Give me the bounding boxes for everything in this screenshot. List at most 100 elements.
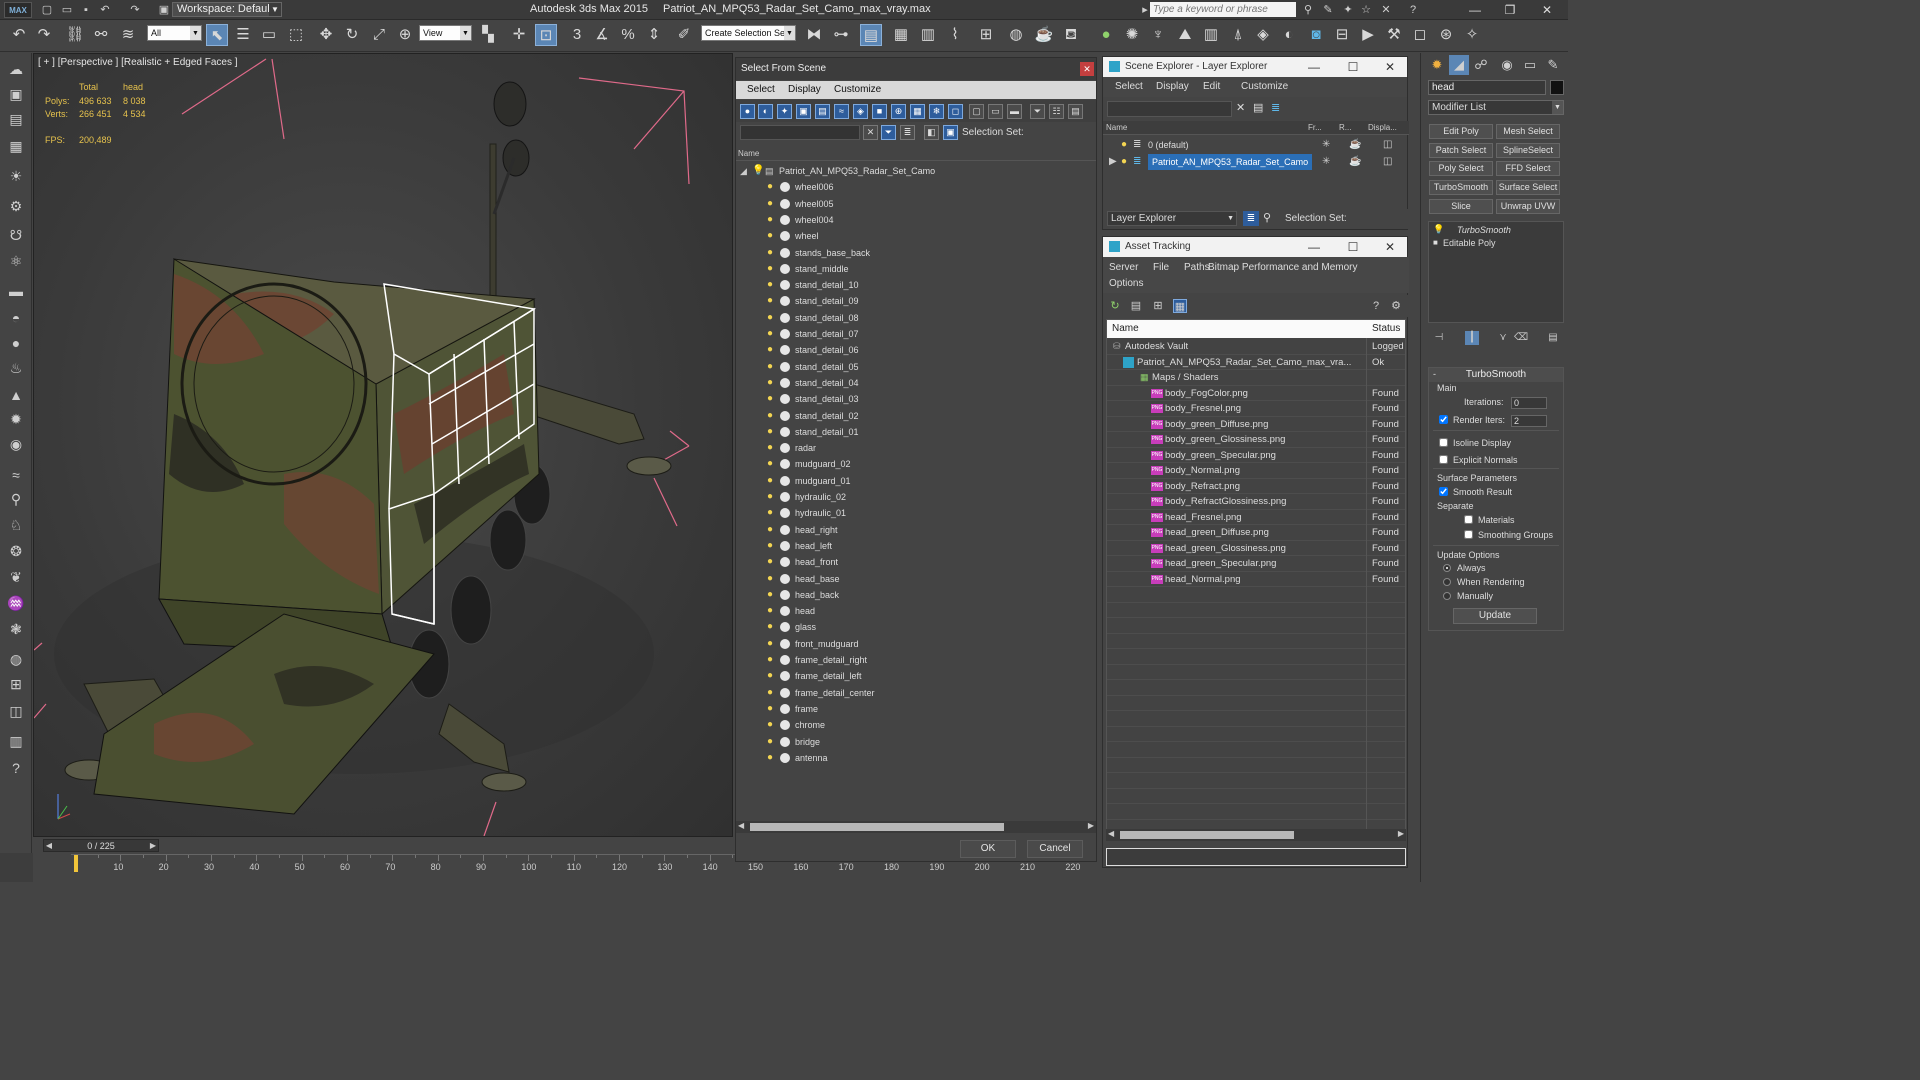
object-name-field[interactable]: head [1428, 80, 1546, 95]
scroll-left-icon[interactable]: ◀ [1108, 829, 1114, 838]
wind-icon[interactable]: ❃ [6, 619, 26, 639]
stack-item-editable-poly[interactable]: Editable Poly [1443, 238, 1496, 248]
scene-object-row[interactable]: ● front_mudguard [736, 636, 1096, 652]
render-frame-window-icon[interactable]: ⛾ [1060, 24, 1082, 46]
freeze-snowflake-icon[interactable]: ✳ [1322, 154, 1330, 170]
scene-object-row[interactable]: ● antenna [736, 750, 1096, 766]
workspace-dropdown[interactable]: Workspace: Default ▼ [172, 2, 282, 17]
light-bulb-icon[interactable]: ☀ [6, 166, 26, 186]
menu-paths[interactable]: Paths [1184, 262, 1210, 273]
light-bulb-icon[interactable]: ● [767, 214, 775, 225]
favorites-star-icon[interactable]: ☆ [1358, 2, 1374, 18]
options-icon[interactable]: ▤ [1068, 104, 1083, 119]
vray-settings-icon[interactable]: ✧ [1461, 24, 1483, 46]
select-invert-icon[interactable]: ▬ [1007, 104, 1022, 119]
space-warp-icon[interactable]: ≈ [6, 465, 26, 485]
light-bulb-icon[interactable]: ● [767, 377, 775, 388]
vray-sun-icon[interactable]: ✺ [1121, 24, 1143, 46]
vray-frame-buffer-icon[interactable]: ◻ [1409, 24, 1431, 46]
tree-view-icon[interactable]: ⊞ [1151, 299, 1165, 313]
scene-object-row[interactable]: ● radar [736, 440, 1096, 456]
scene-object-row[interactable]: ● stand_detail_01 [736, 424, 1096, 440]
close-icon[interactable]: ✕ [1080, 62, 1094, 76]
col-freeze[interactable]: Fr... [1308, 121, 1322, 134]
scene-object-row[interactable]: ● head_left [736, 538, 1096, 554]
help-icon[interactable]: ? [1369, 299, 1383, 313]
sun-icon[interactable]: ✹ [6, 409, 26, 429]
layer-search-input[interactable] [1107, 101, 1232, 117]
edit-poly-button[interactable]: Edit Poly [1429, 124, 1493, 139]
minimize-button[interactable]: — [1460, 0, 1490, 20]
object-color-swatch[interactable] [1550, 80, 1564, 95]
percent-snap-icon[interactable]: % [617, 24, 639, 46]
time-slider[interactable]: ◀ 0 / 225 ▶ [43, 839, 159, 852]
scene-object-row[interactable]: ● frame_detail_right [736, 652, 1096, 668]
biped-icon[interactable]: ♘ [6, 515, 26, 535]
menu-customize[interactable]: Customize [1241, 81, 1288, 92]
scene-object-row[interactable]: ● wheel004 [736, 212, 1096, 228]
new-layer-icon[interactable]: ▤ [1253, 101, 1263, 114]
rollout-title[interactable]: TurboSmooth [1429, 368, 1563, 382]
layer-row-default[interactable]: ● ≣ 0 (default) ✳ ☕ ◫ [1103, 137, 1409, 153]
scale-icon[interactable]: ⤢ [368, 24, 390, 46]
undo-icon[interactable]: ↶ [8, 24, 30, 46]
always-radio[interactable] [1443, 564, 1451, 572]
text-icon[interactable]: ▤ [6, 109, 26, 129]
scene-object-row[interactable]: ● stand_detail_04 [736, 375, 1096, 391]
helper-icon[interactable]: ☋ [6, 225, 26, 245]
named-selection-dropdown[interactable]: Create Selection Se ▼ [701, 25, 796, 41]
light-bulb-icon[interactable]: ● [767, 621, 775, 632]
globe-icon[interactable]: ❂ [6, 541, 26, 561]
light-bulb-icon[interactable]: ● [767, 491, 775, 502]
modifier-bulb-icon[interactable]: 💡 [1433, 224, 1444, 235]
when-rendering-radio[interactable] [1443, 578, 1451, 586]
vray-sphere-icon[interactable]: ⍋ [1227, 24, 1249, 46]
asset-row[interactable]: Patriot_AN_MPQ53_Radar_Set_Camo_max_vra.… [1107, 355, 1405, 370]
unwrap-uvw-button[interactable]: Unwrap UVW [1496, 199, 1560, 214]
align-icon[interactable]: ⊶ [830, 24, 852, 46]
filter-xrefs-icon[interactable]: ■ [872, 104, 887, 119]
redo-icon[interactable]: ↷ [33, 24, 55, 46]
selection-filter-dropdown[interactable]: All ▼ [147, 25, 202, 41]
pin-stack-icon[interactable]: ⊣ [1432, 331, 1446, 345]
close-button[interactable]: ✕ [1377, 57, 1403, 77]
find-input[interactable] [740, 125, 860, 140]
light-bulb-icon[interactable]: ● [767, 410, 775, 421]
light-bulb-icon[interactable]: ● [767, 654, 775, 665]
select-manipulate-icon[interactable]: ✛ [508, 24, 530, 46]
spinner-snap-icon[interactable]: ⇕ [643, 24, 665, 46]
ffd-select-button[interactable]: FFD Select [1496, 161, 1560, 176]
viewport-capture-icon[interactable]: ◫ [6, 701, 26, 721]
modify-tab-icon[interactable]: ◢ [1449, 55, 1469, 75]
root-row[interactable]: ◢ 💡 ▤ Patriot_AN_MPQ53_Radar_Set_Camo [736, 163, 1096, 179]
plane-icon[interactable]: ▬ [6, 281, 26, 301]
collapse-minus-icon[interactable]: - [1433, 369, 1436, 379]
asset-row[interactable]: PNG body_Fresnel.png Found [1107, 401, 1405, 417]
light-bulb-icon[interactable]: ● [767, 540, 775, 551]
light-bulb-icon[interactable]: ● [767, 230, 775, 241]
ok-button[interactable]: OK [960, 840, 1016, 858]
bind-space-warp-icon[interactable]: ≋ [117, 24, 139, 46]
light-bulb-icon[interactable]: ● [767, 752, 775, 763]
filter-shapes-icon[interactable]: ◐ [758, 104, 773, 119]
project-folder-icon[interactable]: ▣ [157, 3, 171, 17]
scene-object-row[interactable]: ● stand_detail_05 [736, 359, 1096, 375]
light-bulb-icon[interactable]: 💡 [752, 165, 764, 176]
layers-stack-icon[interactable]: ◧ [924, 125, 939, 140]
hierarchy-tab-icon[interactable]: ☍ [1471, 55, 1491, 75]
filter-geometry-icon[interactable]: ● [740, 104, 755, 119]
light-bulb-icon[interactable]: ● [1121, 154, 1127, 170]
col-display[interactable]: Displa... [1368, 121, 1397, 134]
grid-icon[interactable]: ▦ [6, 136, 26, 156]
vray-ipr-icon[interactable]: ⚒ [1383, 24, 1405, 46]
filter-containers-icon[interactable]: ▦ [910, 104, 925, 119]
collapse-arrow-icon[interactable]: ◢ [740, 163, 747, 179]
render-iters-spinner[interactable]: 2 [1511, 415, 1547, 427]
spline-select-button[interactable]: SplineSelect [1496, 143, 1560, 158]
app-logo[interactable]: MAX [4, 2, 32, 18]
light-bulb-icon[interactable]: ● [767, 670, 775, 681]
select-all-icon[interactable]: ▢ [969, 104, 984, 119]
asset-row[interactable]: PNG head_green_Diffuse.png Found [1107, 525, 1405, 541]
light-bulb-icon[interactable]: ● [767, 703, 775, 714]
col-name[interactable]: Name [1112, 320, 1139, 338]
